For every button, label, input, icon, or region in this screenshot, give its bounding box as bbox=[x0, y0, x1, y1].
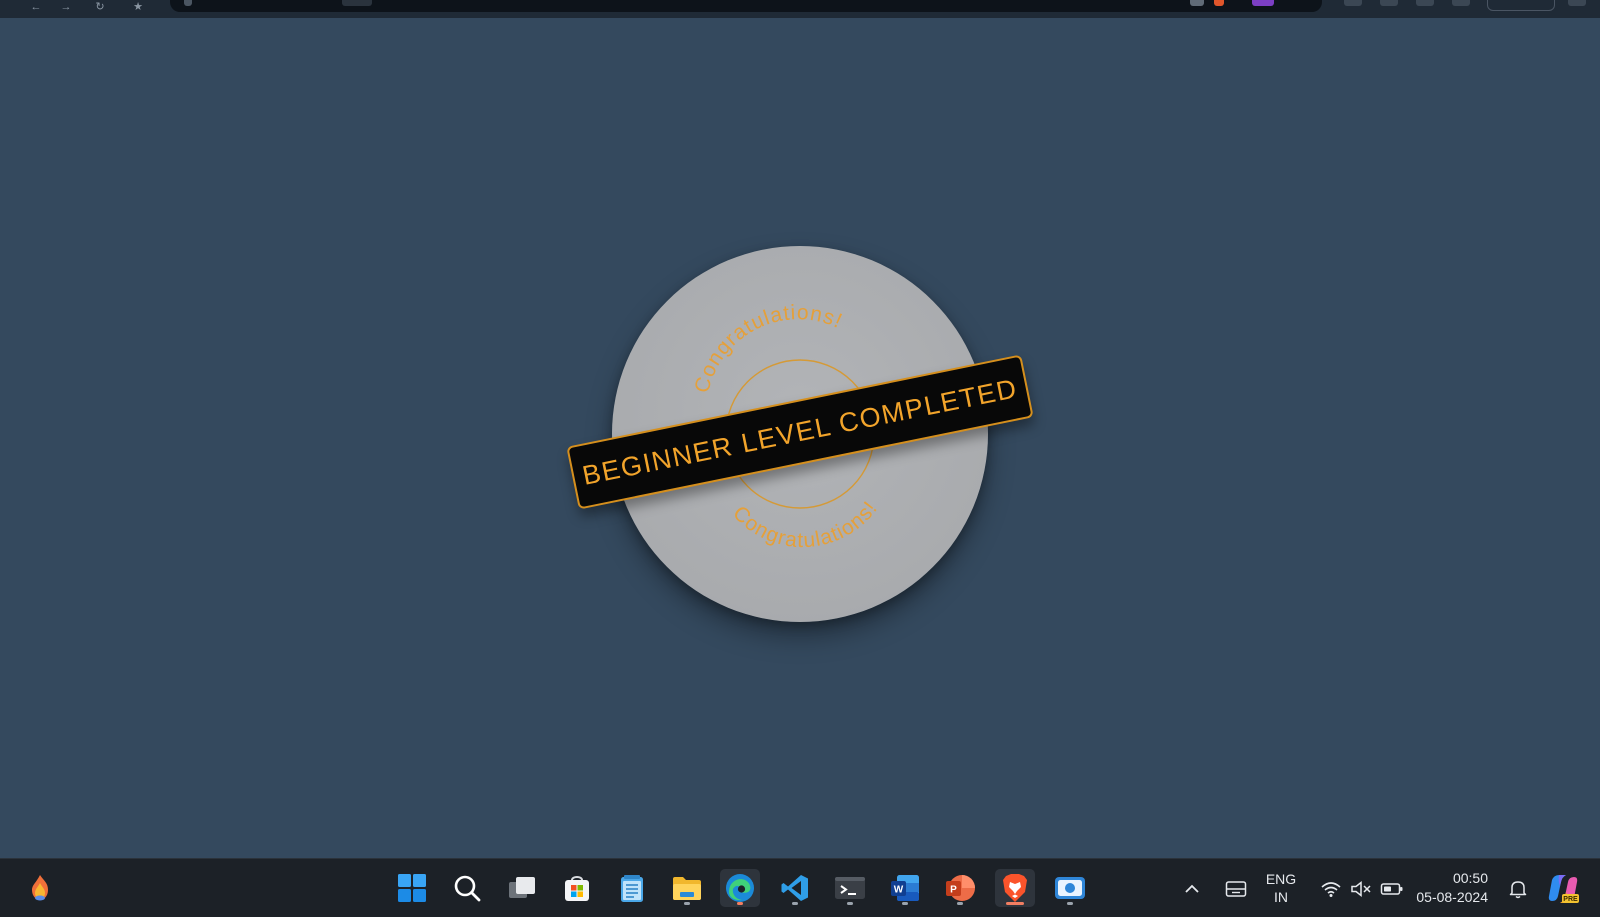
microsoft-store-button[interactable] bbox=[557, 869, 597, 907]
active-window-indicator bbox=[1006, 902, 1024, 905]
notepad-button[interactable] bbox=[612, 869, 652, 907]
terminal-icon bbox=[835, 877, 865, 899]
flame-widget-icon bbox=[32, 875, 48, 901]
screen-recorder-icon bbox=[1055, 877, 1085, 899]
edge-button[interactable] bbox=[720, 869, 760, 907]
wifi-icon bbox=[1321, 881, 1341, 897]
clock[interactable]: 00:50 05-08-2024 bbox=[1402, 869, 1488, 907]
search-button[interactable] bbox=[447, 869, 487, 907]
word-icon: W bbox=[891, 875, 919, 901]
touch-keyboard-button[interactable] bbox=[1222, 859, 1250, 917]
share-icon[interactable] bbox=[1190, 0, 1204, 6]
back-icon[interactable]: ← bbox=[28, 1, 44, 15]
language-indicator[interactable]: ENG IN bbox=[1256, 870, 1306, 906]
notifications-button[interactable] bbox=[1504, 859, 1532, 917]
running-indicator bbox=[957, 902, 963, 905]
powerpoint-icon: P bbox=[946, 875, 975, 901]
brave-shields-icon[interactable] bbox=[1214, 0, 1224, 6]
copilot-icon: PRE bbox=[1548, 874, 1579, 903]
word-button[interactable]: W bbox=[885, 869, 925, 907]
arc-text-bottom: Congratulations! bbox=[728, 497, 882, 552]
menu-icon[interactable] bbox=[1568, 0, 1586, 6]
svg-text:P: P bbox=[950, 885, 957, 896]
start-icon bbox=[398, 874, 426, 902]
taskbar: W P ENG IN 00:50 05-08-2024 PRE bbox=[0, 858, 1600, 917]
arc-text-top: Congratulations! bbox=[690, 301, 846, 395]
site-info-icon[interactable] bbox=[184, 0, 192, 6]
clock-date: 05-08-2024 bbox=[1416, 889, 1488, 905]
extensions-icon[interactable] bbox=[1344, 0, 1362, 6]
reload-icon[interactable]: ↻ bbox=[92, 1, 108, 15]
battery-icon bbox=[1380, 882, 1403, 895]
page-content: Congratulations! Congratulations! BEGINN… bbox=[0, 18, 1600, 858]
search-icon bbox=[454, 875, 481, 902]
start-button[interactable] bbox=[392, 869, 432, 907]
leo-icon[interactable] bbox=[1452, 0, 1470, 6]
running-indicator bbox=[737, 902, 743, 905]
microsoft-store-icon bbox=[565, 876, 589, 901]
brave-rewards-icon[interactable] bbox=[1252, 0, 1274, 6]
powerpoint-button[interactable]: P bbox=[940, 869, 980, 907]
address-bar[interactable] bbox=[170, 0, 1322, 12]
forward-icon[interactable]: → bbox=[58, 1, 74, 15]
task-view-icon bbox=[509, 877, 535, 898]
running-indicator bbox=[792, 902, 798, 905]
notepad-icon bbox=[621, 875, 643, 902]
file-explorer-button[interactable] bbox=[667, 869, 707, 907]
wallet-icon[interactable] bbox=[1416, 0, 1434, 6]
screen-recorder-button[interactable] bbox=[1050, 869, 1090, 907]
brave-icon bbox=[1003, 874, 1027, 902]
brave-button[interactable] bbox=[995, 869, 1035, 907]
profile-button[interactable] bbox=[1487, 0, 1555, 11]
running-indicator bbox=[902, 902, 908, 905]
running-indicator bbox=[684, 902, 690, 905]
show-hidden-icons-button[interactable] bbox=[1180, 859, 1204, 917]
file-explorer-icon bbox=[673, 877, 701, 900]
copilot-preview-badge: PRE bbox=[1563, 896, 1578, 903]
language-code: ENG bbox=[1265, 871, 1297, 887]
widgets-button[interactable] bbox=[20, 869, 60, 907]
running-indicator bbox=[847, 902, 853, 905]
sidebar-icon[interactable] bbox=[1380, 0, 1398, 6]
running-indicator bbox=[1067, 902, 1073, 905]
bell-icon bbox=[1509, 880, 1527, 898]
bookmark-icon[interactable]: ★ bbox=[130, 1, 146, 15]
region-code: IN bbox=[1274, 889, 1288, 905]
svg-text:W: W bbox=[894, 885, 904, 896]
browser-toolbar: ← → ↻ ★ bbox=[0, 0, 1600, 18]
keyboard-icon bbox=[1225, 880, 1247, 897]
volume-muted-icon bbox=[1351, 880, 1371, 897]
vscode-icon bbox=[781, 875, 808, 901]
chevron-up-icon bbox=[1185, 884, 1199, 893]
task-view-button[interactable] bbox=[502, 869, 542, 907]
edge-icon bbox=[726, 874, 754, 902]
url-text bbox=[342, 0, 372, 6]
terminal-button[interactable] bbox=[830, 869, 870, 907]
clock-time: 00:50 bbox=[1452, 870, 1488, 886]
quick-settings-button[interactable] bbox=[1312, 859, 1412, 917]
copilot-button[interactable]: PRE bbox=[1544, 859, 1582, 917]
vscode-button[interactable] bbox=[775, 869, 815, 907]
